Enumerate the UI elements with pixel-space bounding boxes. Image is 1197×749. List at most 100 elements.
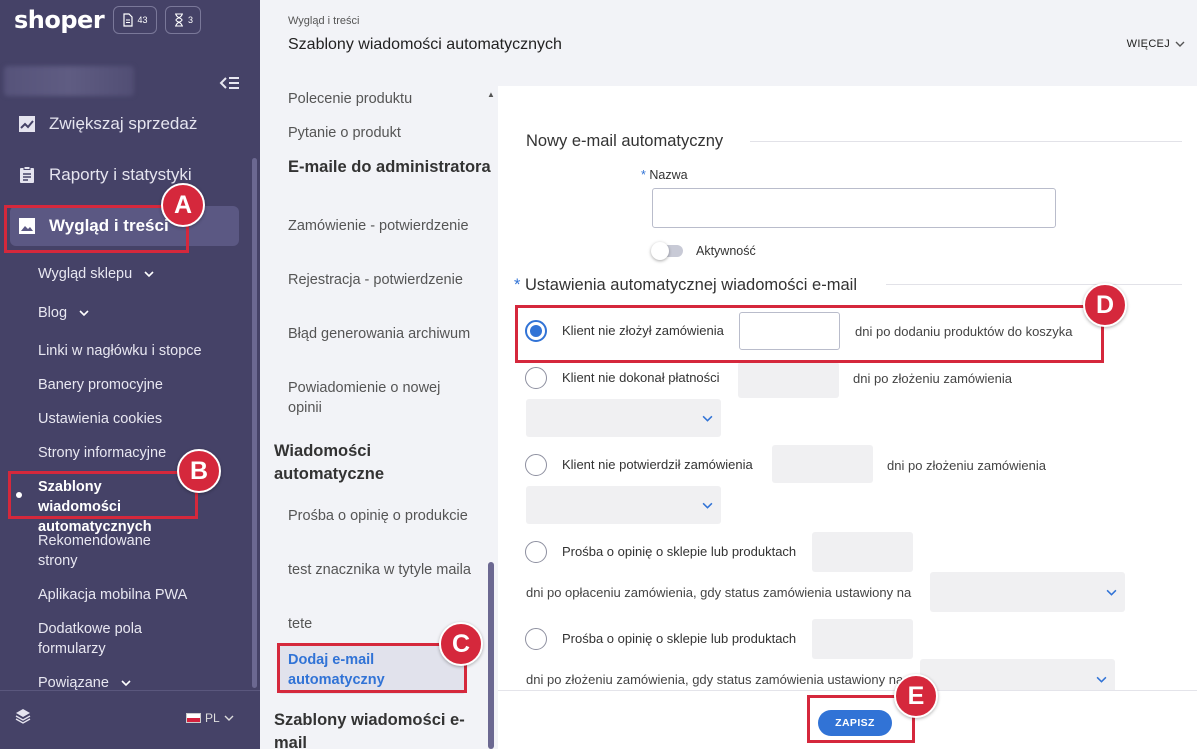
option-review-placed-status-select[interactable] (920, 659, 1115, 690)
chart-line-icon (19, 116, 35, 132)
sidebar-sub-blog[interactable]: Blog (38, 303, 238, 323)
option-no-payment-select[interactable] (526, 399, 721, 437)
chevron-down-icon (1175, 41, 1185, 47)
hourglass-icon (174, 13, 183, 27)
sidebar: shoper 43 3 Zwiększaj sprzedaż Raporty i… (0, 0, 260, 749)
template-archive-error[interactable]: Błąd generowania archiwum (288, 324, 478, 344)
option-no-order-radio[interactable] (525, 320, 547, 342)
option-no-payment-days-input[interactable] (738, 362, 839, 398)
sidebar-sub-form-fields[interactable]: Dodatkowe pola formularzy (38, 619, 178, 659)
option-review-paid-label: Prośba o opinię o sklepie lub produktach (562, 544, 797, 559)
option-review-paid-radio[interactable] (525, 541, 547, 563)
group-admin-emails: E-maile do administratora (288, 158, 491, 176)
add-auto-email-link[interactable]: Dodaj e-mail automatyczny (278, 646, 466, 694)
option-no-confirm-select[interactable] (526, 486, 721, 524)
document-icon (123, 13, 134, 27)
template-registration-confirmation[interactable]: Rejestracja - potwierdzenie (288, 270, 478, 290)
option-review-placed-label: Prośba o opinię o sklepie lub produktach (562, 631, 797, 646)
section-divider (886, 284, 1182, 285)
annotation-badge-a: A (161, 183, 205, 227)
chevron-down-icon (121, 680, 131, 687)
option-no-confirm-suffix: dni po złożeniu zamówienia (887, 458, 1046, 473)
template-product-question[interactable]: Pytanie o produkt (288, 123, 478, 143)
template-product-review-request[interactable]: Prośba o opinię o produkcie (288, 506, 478, 526)
breadcrumb[interactable]: Wygląd i treści (288, 15, 359, 27)
option-review-paid-days-input[interactable] (812, 532, 913, 572)
page-title: Szablony wiadomości automatycznych (288, 36, 562, 53)
save-button[interactable]: ZAPISZ (818, 710, 892, 736)
auto-email-form: Nowy e-mail automatyczny * Nazwa Aktywno… (498, 86, 1197, 690)
sidebar-item-label: Raporty i statystyki (49, 165, 192, 184)
template-new-review[interactable]: Powiadomienie o nowej opinii (288, 378, 478, 418)
layers-icon[interactable] (14, 707, 32, 725)
option-no-payment-radio[interactable] (525, 367, 547, 389)
store-name-blurred (4, 66, 134, 96)
tasks-counter[interactable]: 3 (165, 6, 201, 34)
option-no-payment-label: Klient nie dokonał płatności (562, 370, 720, 385)
current-item-dot (16, 492, 22, 498)
sidebar-bottom-bar: PL (0, 690, 260, 749)
template-order-confirmation[interactable]: Zamówienie - potwierdzenie (288, 216, 478, 236)
chevron-down-icon (144, 271, 154, 278)
option-review-placed-days-input[interactable] (812, 619, 913, 659)
collapse-sidebar-icon[interactable] (218, 74, 240, 92)
chevron-down-icon (1096, 676, 1107, 683)
annotation-badge-e: E (894, 674, 938, 718)
sidebar-item-reports[interactable]: Raporty i statystyki (0, 155, 250, 195)
sidebar-item-label: Wygląd i treści (49, 216, 169, 235)
notifications-count: 43 (137, 15, 148, 25)
name-field-label: * Nazwa (641, 168, 688, 182)
image-icon (19, 218, 35, 234)
more-button[interactable]: WIĘCEJ (1127, 38, 1185, 50)
template-product-recommendation[interactable]: Polecenie produktu (288, 89, 478, 109)
option-no-order-days-input[interactable] (739, 312, 840, 350)
chevron-down-icon (702, 415, 713, 422)
chevron-down-icon (702, 502, 713, 509)
chevron-down-icon (79, 310, 89, 317)
template-list-scrollbar[interactable] (488, 562, 494, 749)
tasks-count: 3 (187, 15, 193, 25)
group-auto-messages: Wiadomości automatyczne (274, 442, 385, 483)
activity-label: Aktywność (696, 244, 756, 258)
group-email-templates: Szablony wiadomości e-mail (274, 711, 465, 749)
option-review-placed-suffix: dni po złożeniu zamówienia, gdy status z… (526, 672, 904, 687)
option-no-confirm-radio[interactable] (525, 454, 547, 476)
notifications-counter[interactable]: 43 (113, 6, 157, 34)
chevron-down-icon (1106, 589, 1117, 596)
sidebar-sub-banners[interactable]: Banery promocyjne (38, 375, 238, 395)
option-review-placed-radio[interactable] (525, 628, 547, 650)
sidebar-item-label: Zwiększaj sprzedaż (49, 114, 198, 133)
sidebar-sub-store-look[interactable]: Wygląd sklepu (38, 264, 238, 284)
section-divider (750, 141, 1182, 142)
shoper-logo[interactable]: shoper (14, 6, 105, 34)
template-tag-test[interactable]: test znacznika w tytyle maila (288, 560, 478, 580)
sidebar-scrollbar[interactable] (252, 158, 257, 688)
sidebar-sub-cookies[interactable]: Ustawienia cookies (38, 409, 238, 429)
sidebar-sub-pwa[interactable]: Aplikacja mobilna PWA (38, 585, 238, 605)
clipboard-icon (20, 166, 34, 183)
chevron-down-icon (224, 715, 234, 721)
scroll-up-arrow-icon[interactable]: ▲ (487, 90, 495, 99)
option-review-paid-suffix: dni po opłaceniu zamówienia, gdy status … (526, 585, 912, 600)
option-no-order-suffix: dni po dodaniu produktów do koszyka (855, 324, 1073, 339)
option-no-payment-suffix: dni po złożeniu zamówienia (853, 371, 1012, 386)
annotation-badge-d: D (1083, 283, 1127, 327)
activity-toggle[interactable] (651, 242, 683, 260)
page-header: Wygląd i treści Szablony wiadomości auto… (260, 0, 1197, 86)
section-new-auto-email: Nowy e-mail automatyczny (526, 132, 724, 150)
sidebar-item-appearance[interactable]: Wygląd i treści (10, 206, 239, 246)
section-auto-email-settings: * Ustawienia automatycznej wiadomości e-… (514, 276, 857, 294)
option-no-order-label: Klient nie złożył zamówienia (562, 323, 724, 338)
option-no-confirm-label: Klient nie potwierdził zamówienia (562, 457, 753, 472)
sidebar-sub-links[interactable]: Linki w nagłówku i stopce (38, 341, 238, 361)
option-review-paid-status-select[interactable] (930, 572, 1125, 612)
poland-flag-icon (186, 713, 201, 723)
annotation-badge-c: C (439, 622, 483, 666)
annotation-badge-b: B (177, 449, 221, 493)
name-input[interactable] (652, 188, 1056, 228)
sidebar-sub-auto-templates[interactable]: Szablony wiadomości automatycznych (38, 477, 188, 537)
sidebar-item-increase-sales[interactable]: Zwiększaj sprzedaż (0, 104, 250, 144)
sidebar-sub-recommended[interactable]: Rekomendowane strony (38, 531, 178, 571)
option-no-confirm-days-input[interactable] (772, 445, 873, 483)
language-selector[interactable]: PL (186, 711, 234, 725)
